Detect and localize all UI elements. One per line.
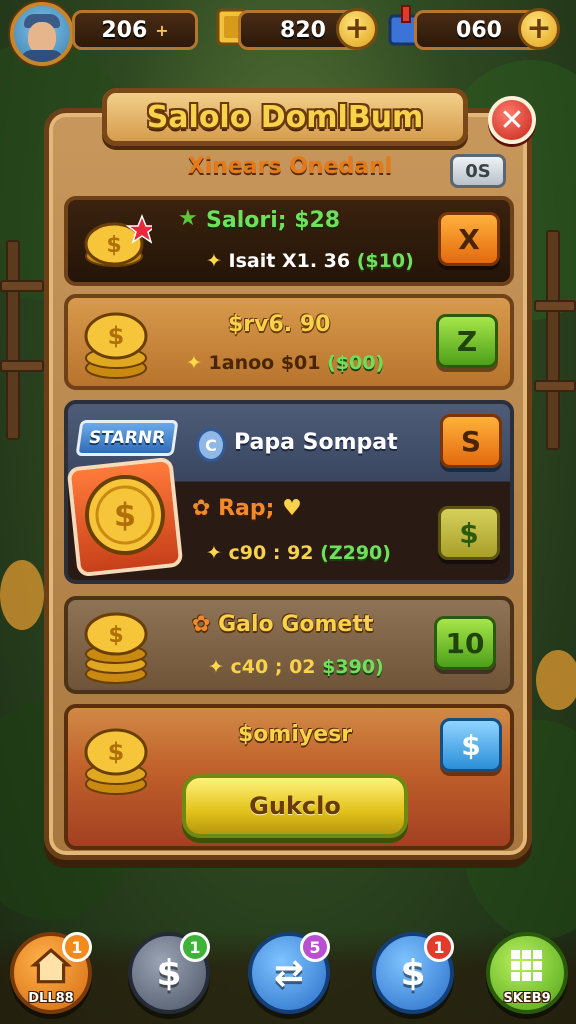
close-button[interactable]: ✕ <box>488 96 536 144</box>
offer-buy-button[interactable]: 10 <box>434 616 496 670</box>
starter-header-title: Papa Sompat <box>234 430 398 455</box>
heart-icon: ♥ <box>282 496 302 521</box>
offer-old-price: 1anoo $01 <box>208 352 321 374</box>
offer-row-2[interactable]: $ $rv6. 90 ✦ 1anoo $01 ($00) Z <box>64 294 514 390</box>
dialog-title-plate: Salolo DomlBum <box>102 88 468 146</box>
collect-button[interactable]: Gukclo <box>182 774 408 838</box>
offer-new-price: ($00) <box>327 352 385 374</box>
svg-text:$: $ <box>108 623 123 648</box>
offer-title: ✿ Rap; ♥ <box>192 496 302 521</box>
coins-value: 206 <box>101 17 148 43</box>
notification-badge: 1 <box>180 932 210 962</box>
offer-title: ✿ Galo Gomett <box>192 612 374 637</box>
offer-price: ✦ c90 : 92 (Z290) <box>206 542 391 564</box>
gift-icon: ✿ <box>192 612 211 637</box>
offer-title: Salori; $28 <box>206 208 341 233</box>
nav-swap-button[interactable]: ⇄ 5 <box>248 932 330 1014</box>
notification-badge: 5 <box>300 932 330 962</box>
offer-price: ✦ c40 ; 02 $390) <box>208 656 384 678</box>
offer-price: ✦ 1anoo $01 ($00) <box>186 352 384 374</box>
sparkle-icon: ✦ <box>206 542 222 564</box>
offer-title: $omiyesr <box>238 722 353 747</box>
offer-new-price: ($10) <box>356 250 414 272</box>
dollar-icon: $ <box>156 952 182 994</box>
cash-value: 820 <box>280 17 326 43</box>
nav-grid-label: SKEB9 <box>503 991 551 1006</box>
sparkle-icon: ✦ <box>186 352 202 374</box>
dialog-title: Salolo DomlBum <box>146 99 424 135</box>
star-icon: ★ <box>178 206 198 231</box>
starter-ribbon: STARNR <box>75 420 179 456</box>
add-cash-button[interactable]: + <box>336 8 378 50</box>
coin-stack-icon: $ <box>84 612 148 684</box>
nav-tag-button[interactable]: $ 1 <box>372 932 454 1014</box>
offer-old-price: Isait X1. 36 <box>228 250 351 272</box>
corner-badge[interactable]: 0S <box>450 154 506 188</box>
offer-new-price: $390) <box>322 656 384 678</box>
nav-dollar-button[interactable]: $ 1 <box>128 932 210 1014</box>
offer-row-4[interactable]: $ ✿ Galo Gomett ✦ c40 ; 02 $390) 10 <box>64 596 514 694</box>
svg-text:$: $ <box>108 322 125 350</box>
notification-badge: 1 <box>424 932 454 962</box>
sparkle-icon: ✦ <box>206 250 222 272</box>
starter-header-button[interactable]: S <box>440 414 502 468</box>
coins-arrow-icon: + <box>155 20 169 40</box>
offer-row-1[interactable]: $ ★ Salori; $28 ✦ Isait X1. 36 ($10) X <box>64 196 514 286</box>
top-hud: 206 + 820 + 060 + <box>0 0 576 66</box>
gems-value: 060 <box>456 17 502 43</box>
offer-buy-button[interactable]: $ <box>440 718 502 772</box>
add-gems-button[interactable]: + <box>518 8 560 50</box>
nav-grid-button[interactable]: SKEB9 <box>486 932 568 1014</box>
nav-home-button[interactable]: DLL88 1 <box>10 932 92 1014</box>
coin-stack-icon: $ <box>84 213 152 267</box>
svg-text:$: $ <box>108 738 125 766</box>
offer-buy-button[interactable]: $ <box>438 506 500 560</box>
svg-text:$: $ <box>114 496 136 534</box>
swap-icon: ⇄ <box>273 952 305 994</box>
offer-new-price: (Z290) <box>320 542 391 564</box>
nav-home-label: DLL88 <box>28 991 74 1006</box>
shield-icon: C <box>196 428 226 462</box>
grid-icon <box>511 950 542 981</box>
offer-old-price: c40 ; 02 <box>230 656 316 678</box>
tag-icon: $ <box>400 952 426 994</box>
svg-text:$: $ <box>106 233 121 258</box>
offer-title: $rv6. 90 <box>228 312 331 337</box>
offer-old-price: c90 : 92 <box>228 542 314 564</box>
gift-icon: ✿ <box>192 496 211 521</box>
offer-buy-button[interactable]: Z <box>436 314 498 368</box>
collect-button-label: Gukclo <box>249 792 341 820</box>
coin-stack-icon: $ <box>84 312 148 379</box>
player-avatar[interactable] <box>10 2 74 66</box>
coins-counter[interactable]: 206 + <box>72 10 198 50</box>
offer-buy-button[interactable]: X <box>438 212 500 266</box>
notification-badge: 1 <box>62 932 92 962</box>
big-coin-icon: $ <box>85 475 165 555</box>
offer-price: ✦ Isait X1. 36 ($10) <box>206 250 414 272</box>
sparkle-icon: ✦ <box>208 656 224 678</box>
dialog-subtitle: Xinears Onedanl <box>187 154 393 179</box>
coin-stack-icon: $ <box>84 728 148 795</box>
